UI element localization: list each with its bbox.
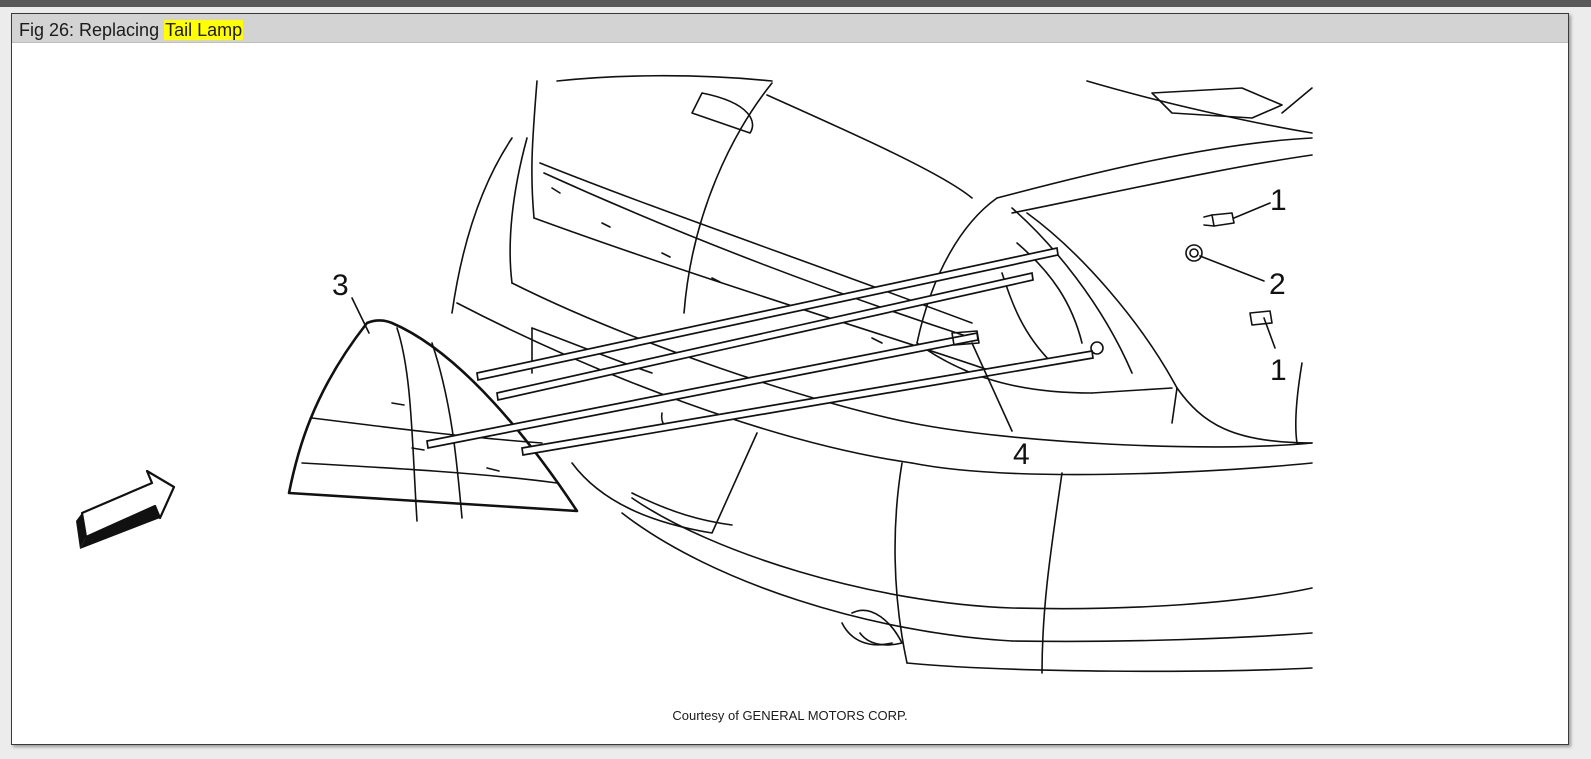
callout-4: 4 — [1013, 438, 1030, 471]
caption-bar: Fig 26: Replacing Tail Lamp — [12, 14, 1568, 43]
figure-caption: Fig 26: Replacing Tail Lamp — [19, 19, 244, 41]
figure-panel: Fig 26: Replacing Tail Lamp 1 2 1 3 4 Co… — [11, 13, 1569, 745]
callout-3: 3 — [332, 269, 349, 302]
direction-arrow-icon — [76, 469, 176, 549]
credit-line: Courtesy of GENERAL MOTORS CORP. — [672, 708, 908, 723]
tail-lamp-illustration: 1 2 1 3 4 — [76, 74, 1313, 674]
callout-2: 2 — [1269, 268, 1286, 301]
callout-1-lower: 1 — [1270, 354, 1287, 387]
caption-highlight: Tail Lamp — [164, 20, 244, 40]
alignment-guide-bars — [426, 246, 1094, 456]
callout-leaders — [351, 202, 1276, 432]
caption-prefix: Fig 26: Replacing — [19, 20, 165, 40]
callout-1-upper: 1 — [1270, 184, 1287, 217]
window-top-bar — [0, 0, 1591, 7]
